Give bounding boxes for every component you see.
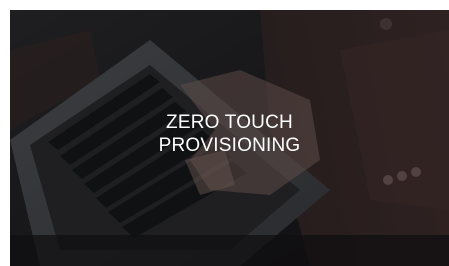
card-title-line2: PROVISIONING [158,135,301,156]
card-title: ZERO TOUCH PROVISIONING [10,111,449,157]
card-title-line1: ZERO TOUCH [166,112,293,133]
hero-card[interactable]: ZERO TOUCH PROVISIONING [10,10,449,266]
